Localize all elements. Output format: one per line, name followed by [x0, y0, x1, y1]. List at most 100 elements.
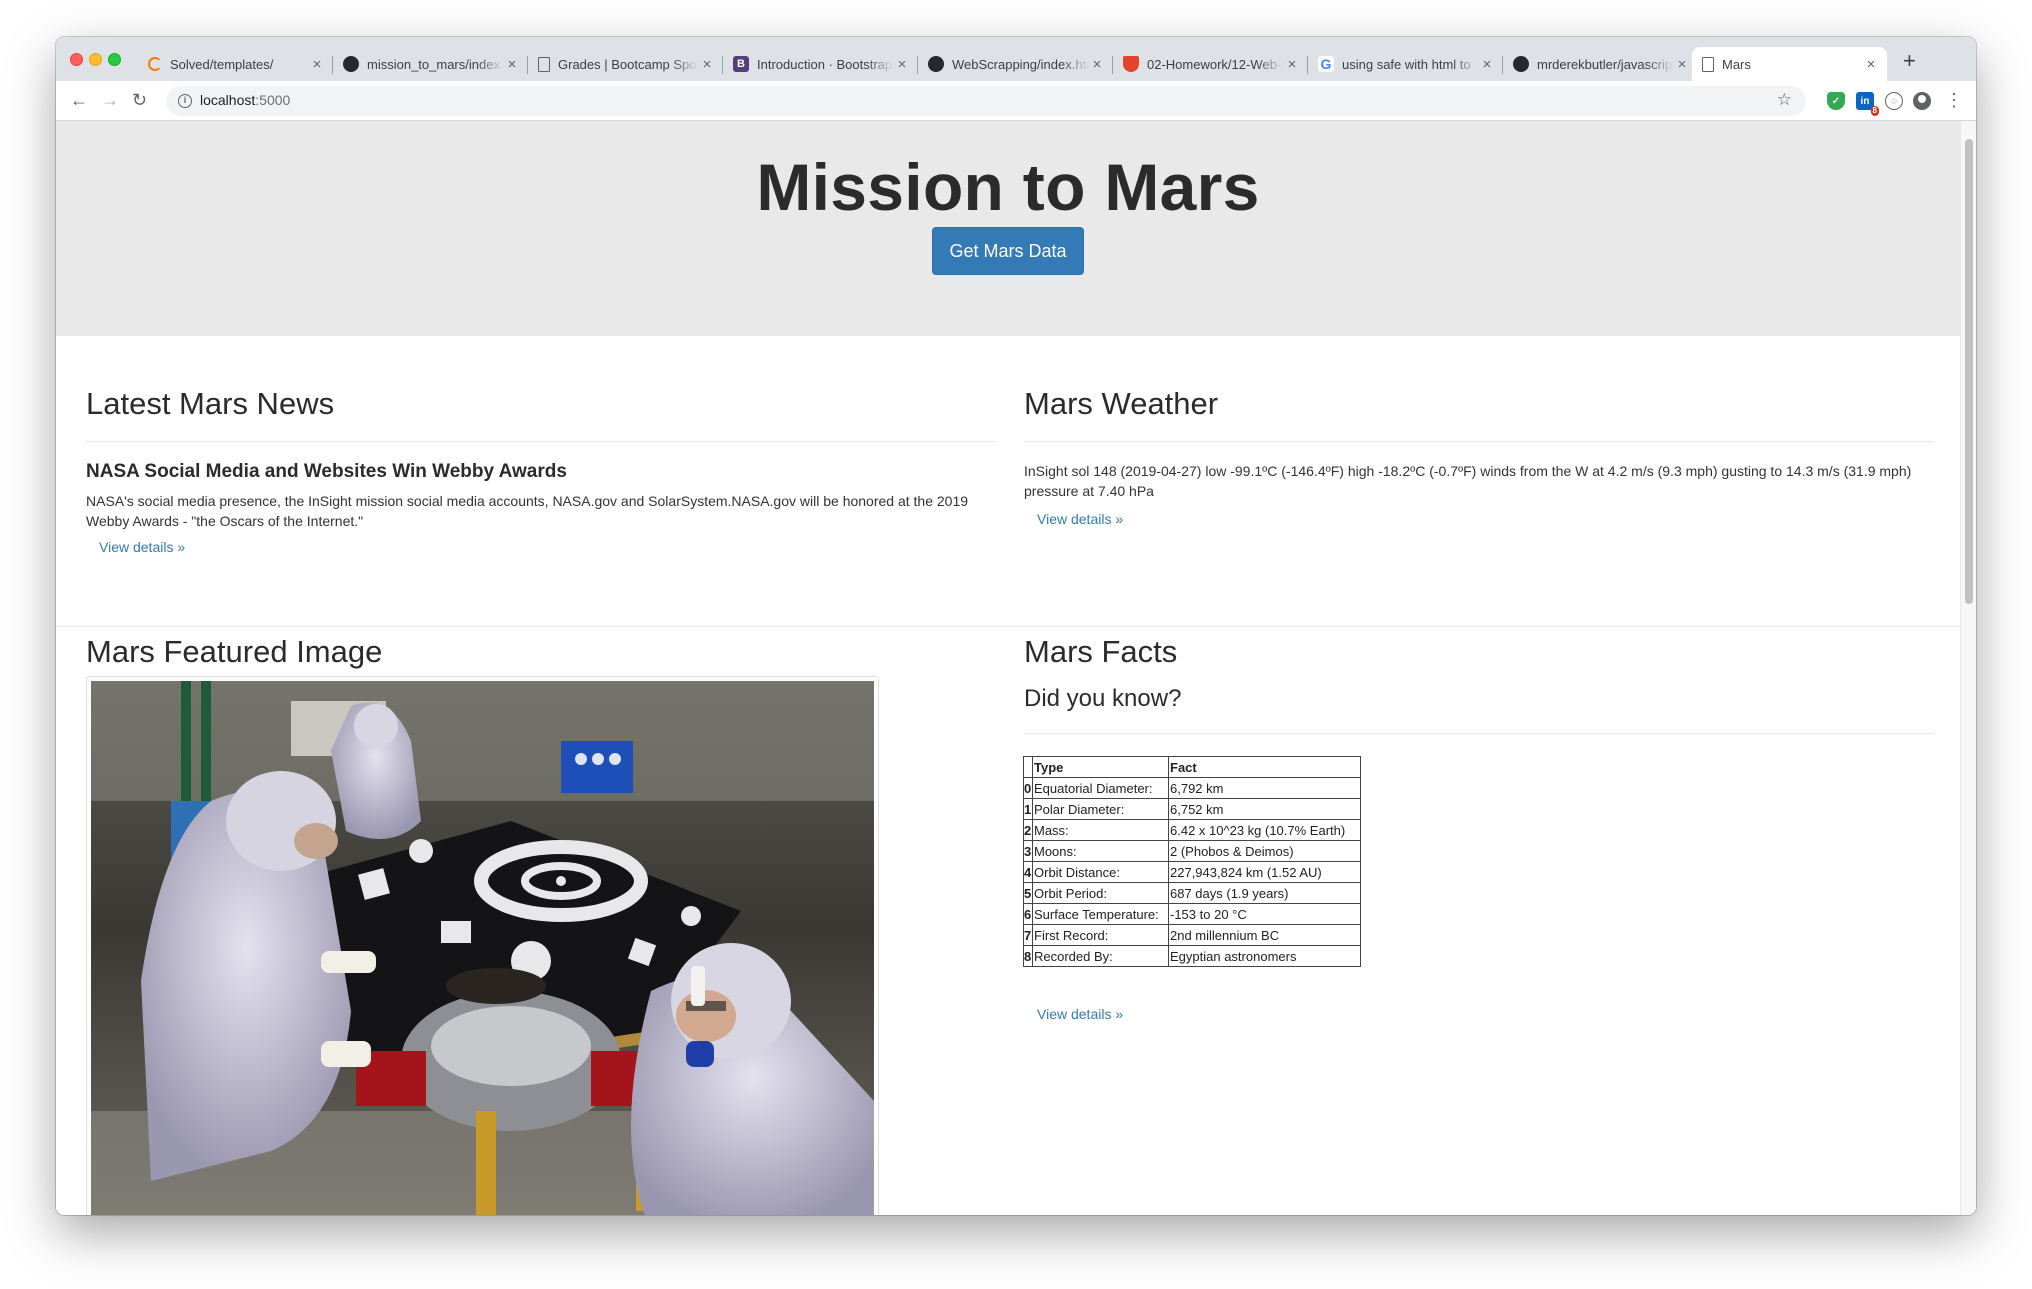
github-icon [1513, 56, 1529, 72]
page-title: Mission to Mars [756, 150, 1260, 224]
close-tab-icon[interactable]: × [1674, 56, 1690, 73]
url-text: localhost:5000 [200, 92, 291, 108]
tab-mission-to-mars-index[interactable]: mission_to_mars/index.html × [333, 47, 528, 81]
profile-avatar-icon[interactable] [1913, 92, 1931, 110]
divider [86, 441, 996, 442]
tab-title: Mars [1722, 56, 1751, 72]
row-index: 6 [1023, 903, 1033, 925]
fact-type: Orbit Period: [1032, 882, 1169, 904]
table-row: 2 Mass: 6.42 x 10^23 kg (10.7% Earth) [1023, 819, 1361, 841]
shield-extension-icon[interactable]: ✓ [1827, 92, 1845, 110]
row-index: 1 [1023, 798, 1033, 820]
featured-image-thumbnail[interactable] [86, 676, 879, 1215]
minimize-window-button[interactable] [89, 53, 102, 66]
fact-type: Mass: [1032, 819, 1169, 841]
news-paragraph: NASA's social media presence, the InSigh… [86, 493, 969, 529]
featured-image [91, 681, 874, 1215]
linkedin-extension-icon[interactable]: in 8 [1856, 92, 1879, 116]
gitlab-icon [1123, 56, 1139, 72]
tab-solved-templates[interactable]: Solved/templates/ × [138, 47, 333, 81]
tab-grades[interactable]: Grades | Bootcamp Spot × [528, 47, 723, 81]
maximize-window-button[interactable] [108, 53, 121, 66]
row-index: 2 [1023, 819, 1033, 841]
tab-webscrapping-index[interactable]: WebScrapping/index.html × [918, 47, 1113, 81]
close-tab-icon[interactable]: × [1479, 56, 1495, 73]
scrollbar-thumb[interactable] [1965, 139, 1973, 604]
row-index: 7 [1023, 924, 1033, 946]
fact-value: 687 days (1.9 years) [1168, 882, 1361, 904]
bookmark-star-icon[interactable]: ☆ [1777, 90, 1792, 110]
fact-type: Surface Temperature: [1032, 903, 1169, 925]
page-scrollbar[interactable] [1960, 121, 1976, 1215]
google-icon: G [1318, 56, 1334, 72]
table-row: 8 Recorded By: Egyptian astronomers [1023, 945, 1361, 967]
tab-title: Grades | Bootcamp Spot [558, 56, 699, 72]
close-tab-icon[interactable]: × [1089, 56, 1105, 73]
tab-title: using safe with html to [1342, 56, 1471, 72]
tab-homework-gitlab[interactable]: 02-Homework/12-Web-Scraping × [1113, 47, 1308, 81]
browser-window: Solved/templates/ × mission_to_mars/inde… [56, 37, 1976, 1215]
weather-text: InSight sol 148 (2019-04-27) low -99.1ºC… [1024, 463, 1912, 499]
fact-type: Recorded By: [1032, 945, 1169, 967]
news-heading: Latest Mars News [86, 386, 335, 421]
close-window-button[interactable] [70, 53, 83, 66]
table-header-row: Type Fact [1023, 756, 1361, 778]
forward-button[interactable]: → [101, 89, 119, 111]
fact-value: 6.42 x 10^23 kg (10.7% Earth) [1168, 819, 1361, 841]
fact-value: 2 (Phobos & Deimos) [1168, 840, 1361, 862]
fact-value: -153 to 20 °C [1168, 903, 1361, 925]
tab-google-search[interactable]: G using safe with html to × [1308, 47, 1503, 81]
tab-bootstrap-intro[interactable]: B Introduction · Bootstrap × [723, 47, 918, 81]
page-viewport: Mission to Mars Get Mars Data Latest Mar… [56, 121, 1960, 1215]
spinner-icon [148, 57, 162, 71]
get-mars-data-button[interactable]: Get Mars Data [932, 227, 1084, 275]
table-row: 5 Orbit Period: 687 days (1.9 years) [1023, 882, 1361, 904]
row-index: 4 [1023, 861, 1033, 883]
tab-title: Solved/templates/ [170, 56, 274, 72]
fact-value: 2nd millennium BC [1168, 924, 1361, 946]
table-column-header: Fact [1168, 756, 1361, 778]
weather-view-details-link[interactable]: View details » [1037, 511, 1123, 527]
address-bar[interactable]: i localhost:5000 ☆ [166, 86, 1806, 116]
new-tab-button[interactable]: + [1903, 50, 1916, 72]
fact-value: Egyptian astronomers [1168, 945, 1361, 967]
github-icon [343, 56, 359, 72]
browser-toolbar: ← → ↻ i localhost:5000 ☆ ✓ in8 ◌ (•) ⋮ [56, 81, 1976, 121]
row-index: 8 [1023, 945, 1033, 967]
table-row: 7 First Record: 2nd millennium BC [1023, 924, 1361, 946]
info-icon[interactable]: i [178, 94, 192, 108]
table-row: 6 Surface Temperature: -153 to 20 °C [1023, 903, 1361, 925]
close-tab-icon[interactable]: × [1863, 56, 1879, 73]
tab-mrderekbutler[interactable]: mrderekbutler/javascript × [1503, 47, 1698, 81]
close-tab-icon[interactable]: × [699, 56, 715, 73]
back-button[interactable]: ← [70, 89, 88, 111]
browser-menu-icon[interactable]: ⋮ [1944, 88, 1964, 112]
facts-heading: Mars Facts [1024, 634, 1178, 669]
tab-mars-active[interactable]: Mars × [1692, 47, 1887, 81]
tab-title: mrderekbutler/javascript [1537, 56, 1674, 72]
extension-badge: 8 [1870, 106, 1879, 116]
bootstrap-icon: B [733, 56, 749, 72]
close-tab-icon[interactable]: × [894, 56, 910, 73]
fact-type: First Record: [1032, 924, 1169, 946]
fact-type: Moons: [1032, 840, 1169, 862]
table-column-header: Type [1032, 756, 1169, 778]
tab-title: Introduction · Bootstrap [757, 56, 893, 72]
close-tab-icon[interactable]: × [504, 56, 520, 73]
tab-strip: Solved/templates/ × mission_to_mars/inde… [56, 37, 1976, 81]
fact-value: 227,943,824 km (1.52 AU) [1168, 861, 1361, 883]
close-tab-icon[interactable]: × [1284, 56, 1300, 73]
facts-view-details-link[interactable]: View details » [1037, 1006, 1123, 1022]
row-index: 3 [1023, 840, 1033, 862]
reload-button[interactable]: ↻ [132, 89, 147, 111]
document-icon [538, 56, 550, 72]
divider [1024, 733, 1934, 734]
row-index: 0 [1023, 777, 1033, 799]
close-tab-icon[interactable]: × [309, 56, 325, 73]
fact-type: Equatorial Diameter: [1032, 777, 1169, 799]
news-view-details-link[interactable]: View details » [99, 539, 185, 555]
extension-circle-icon[interactable]: ◌ [1885, 92, 1903, 110]
table-index-header [1023, 756, 1033, 778]
github-icon [928, 56, 944, 72]
document-icon [1702, 56, 1714, 72]
